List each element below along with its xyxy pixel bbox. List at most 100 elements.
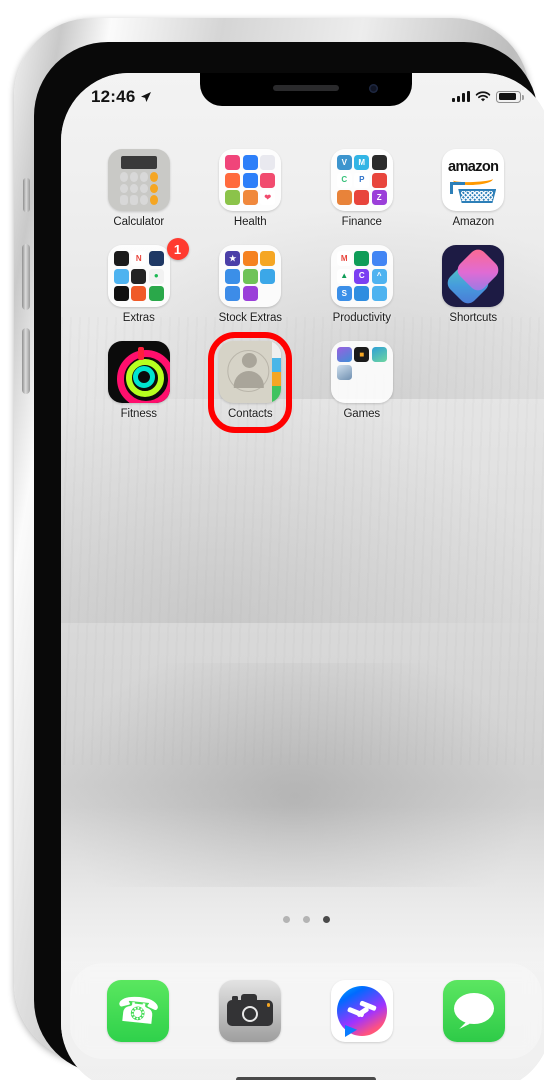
- games-folder-icon[interactable]: ■: [330, 341, 393, 403]
- mini-app-icon: [225, 286, 241, 301]
- folder-extras[interactable]: 1 N ● Extras: [83, 238, 195, 324]
- activity-ring-stand: [132, 366, 155, 388]
- mini-app-icon: ❤: [260, 190, 276, 205]
- phone-icon[interactable]: ☎: [107, 980, 169, 1042]
- mini-app-icon: V: [336, 155, 352, 170]
- phone-frame: 12:46 Calculator ❤ Health V M C P Z Fina…: [14, 18, 544, 1080]
- folder-stock-extras[interactable]: ★ Stock Extras: [195, 245, 307, 324]
- mini-app-icon: [242, 172, 258, 188]
- screenshot-root: 12:46 Calculator ❤ Health V M C P Z Fina…: [0, 0, 544, 1080]
- page-dot-2[interactable]: [302, 916, 310, 923]
- mini-app-icon: [113, 251, 129, 266]
- messenger-icon[interactable]: [331, 980, 393, 1042]
- folder-games[interactable]: ■ Games: [306, 341, 418, 420]
- camera-lens: [242, 1006, 258, 1022]
- mini-app-icon: [148, 251, 164, 266]
- mini-app-icon: [354, 190, 370, 205]
- mini-app-icon: [336, 347, 352, 362]
- amazon-wordmark: amazon: [448, 159, 499, 175]
- location-arrow-icon: [141, 91, 152, 102]
- mini-app-icon: ●: [148, 268, 164, 284]
- finance-folder-icon[interactable]: V M C P Z: [330, 149, 393, 211]
- app-row: Calculator ❤ Health V M C P Z Finance am…: [83, 149, 529, 228]
- mini-app-icon: [371, 347, 387, 362]
- mini-app-icon: [242, 190, 258, 205]
- folder-productivity[interactable]: M ▲ C ^ S Productivity: [306, 245, 418, 324]
- front-camera-icon: [369, 84, 378, 93]
- mini-app-icon: [242, 251, 258, 266]
- mini-app-icon: [336, 364, 352, 380]
- folder-health[interactable]: ❤ Health: [195, 149, 307, 228]
- app-label: Fitness: [120, 408, 157, 420]
- mini-app-icon: [113, 268, 129, 284]
- stock-extras-folder-icon[interactable]: ★: [219, 245, 282, 307]
- mini-app-icon: [336, 190, 352, 205]
- mini-app-icon: [225, 155, 241, 170]
- folder-label: Productivity: [332, 312, 391, 324]
- mini-app-icon: M: [336, 251, 352, 266]
- folder-label: Games: [343, 408, 381, 420]
- app-grid: Calculator ❤ Health V M C P Z Finance am…: [61, 149, 544, 437]
- messenger-bolt-glyph: [348, 1005, 376, 1018]
- folder-finance[interactable]: V M C P Z Finance: [306, 149, 418, 228]
- mini-app-icon: M: [354, 155, 370, 170]
- contacts-index-tabs: [272, 341, 282, 403]
- camera-indicator-dot: [266, 1003, 270, 1007]
- silent-switch-button[interactable]: [23, 178, 30, 212]
- contacts-person-head: [242, 353, 258, 368]
- folder-label: Stock Extras: [218, 312, 282, 324]
- mini-app-icon: [131, 268, 147, 284]
- health-folder-icon[interactable]: ❤: [219, 149, 282, 211]
- app-shortcuts[interactable]: Shortcuts: [418, 245, 530, 324]
- page-dot-1[interactable]: [282, 916, 290, 923]
- mini-app-icon: S: [336, 286, 352, 301]
- calculator-icon[interactable]: [107, 149, 170, 211]
- app-row: Fitness Contacts ■ Games: [83, 332, 530, 433]
- message-bubble: [454, 993, 494, 1024]
- mini-app-icon: [337, 382, 352, 397]
- status-bar-clock: 12:46: [91, 86, 136, 106]
- app-slot-empty: [418, 341, 530, 420]
- page-dot-3-active[interactable]: [322, 916, 330, 923]
- folder-label: Extras: [122, 312, 155, 324]
- volume-down-button[interactable]: [22, 328, 30, 394]
- mini-app-icon: ^: [371, 268, 387, 284]
- mini-app-icon: ■: [354, 347, 370, 362]
- fitness-icon[interactable]: [107, 341, 170, 403]
- mini-app-icon: [260, 268, 276, 284]
- folder-label: Health: [233, 216, 267, 228]
- cellular-signal-icon: [452, 91, 470, 102]
- volume-up-button[interactable]: [22, 244, 30, 310]
- mini-app-icon: [242, 286, 258, 301]
- camera-icon[interactable]: [219, 980, 281, 1042]
- mini-app-icon: [242, 268, 258, 284]
- extras-folder-icon[interactable]: N ●: [107, 245, 170, 307]
- mini-app-icon: [371, 251, 387, 266]
- messages-icon[interactable]: [443, 980, 505, 1042]
- folder-label: Finance: [341, 216, 382, 228]
- mini-app-icon: [354, 286, 370, 301]
- dock: ☎: [70, 963, 542, 1059]
- phone-handset-glyph: ☎: [114, 989, 162, 1033]
- mini-app-icon: [242, 155, 258, 170]
- shortcuts-icon[interactable]: [442, 245, 505, 307]
- earpiece-speaker-icon: [273, 85, 339, 91]
- mini-app-icon: [372, 382, 387, 397]
- mini-app-icon: [354, 365, 369, 380]
- amazon-icon[interactable]: amazon: [442, 149, 505, 211]
- contacts-icon[interactable]: [219, 341, 282, 403]
- mini-app-icon: [371, 286, 387, 301]
- mini-app-icon: N: [131, 251, 147, 266]
- mini-app-icon: [148, 286, 164, 301]
- mini-app-icon: [225, 268, 241, 284]
- app-contacts[interactable]: Contacts: [195, 332, 307, 433]
- page-indicator[interactable]: [61, 916, 544, 923]
- app-calculator[interactable]: Calculator: [83, 149, 195, 228]
- notch: [200, 73, 412, 106]
- productivity-folder-icon[interactable]: M ▲ C ^ S: [330, 245, 393, 307]
- battery-icon: [496, 90, 524, 103]
- notification-badge: 1: [166, 238, 189, 260]
- app-fitness[interactable]: Fitness: [83, 341, 195, 420]
- app-amazon[interactable]: amazon Amazon: [418, 149, 530, 228]
- mini-app-icon: [225, 172, 241, 188]
